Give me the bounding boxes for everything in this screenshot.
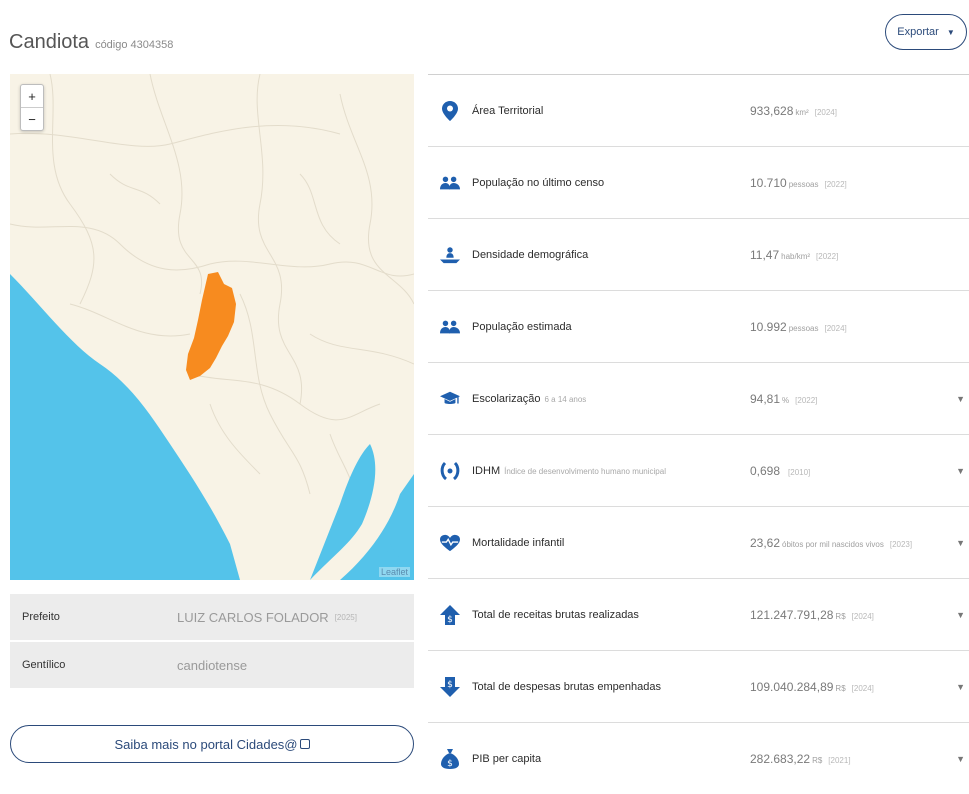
info-label: Prefeito xyxy=(22,611,60,623)
indicator-name: Total de receitas brutas realizadas xyxy=(472,608,639,621)
info-row-gentilico: Gentílico candiotense xyxy=(10,642,414,688)
zoom-in-button[interactable]: + xyxy=(21,85,43,107)
chevron-down-icon[interactable]: ▼ xyxy=(956,394,965,404)
indicator-value: 11,47 hab/km² [2022] xyxy=(750,247,839,262)
indicator-value: 10.710 pessoas [2022] xyxy=(750,175,847,190)
chevron-down-icon: ▼ xyxy=(946,27,955,37)
heartbeat-icon xyxy=(440,533,460,553)
indicator-value: 10.992 pessoas [2024] xyxy=(750,319,847,334)
expense-icon: $ xyxy=(440,676,460,697)
density-icon xyxy=(440,245,460,265)
graduation-cap-icon xyxy=(440,389,460,409)
zoom-control: + − xyxy=(20,84,44,131)
indicator-name: Total de despesas brutas empenhadas xyxy=(472,680,661,693)
info-value: candiotense xyxy=(177,657,248,673)
indicator-row[interactable]: Escolarização 6 a 14 anos 94,81% [2022] ▼ xyxy=(428,362,969,434)
indicator-row: População no último censo 10.710 pessoas[… xyxy=(428,146,969,218)
indicator-name: Área Territorial xyxy=(472,104,544,117)
location-pin-icon xyxy=(440,100,460,121)
info-year: [2025] xyxy=(334,612,357,622)
indicator-name: Densidade demográfica xyxy=(472,248,589,261)
indicator-name: IDHM Índice de desenvolvimento humano mun… xyxy=(472,464,666,477)
svg-text:$: $ xyxy=(447,759,453,769)
indicator-value: 933,628 km² [2024] xyxy=(750,103,837,118)
indicator-row[interactable]: Mortalidade infantil 23,62 óbitos por mil… xyxy=(428,506,969,578)
indicator-row: Área Territorial 933,628 km² [2024] xyxy=(428,74,969,146)
indicator-row[interactable]: $ PIB per capita 282.683,22 R$ [2021] ▼ xyxy=(428,722,969,794)
people-icon xyxy=(440,317,460,337)
info-table: Prefeito LUIZ CARLOS FOLADOR [2025] Gent… xyxy=(10,594,414,688)
indicator-name: População no último censo xyxy=(472,176,605,189)
info-row-prefeito: Prefeito LUIZ CARLOS FOLADOR [2025] xyxy=(10,594,414,640)
indicator-name: PIB per capita xyxy=(472,752,542,765)
indicator-row[interactable]: IDHM Índice de desenvolvimento humano mun… xyxy=(428,434,969,506)
map-attribution[interactable]: Leaflet xyxy=(378,567,410,577)
indicators-list: Área Territorial 933,628 km² [2024] Popula… xyxy=(428,74,969,794)
external-link-icon xyxy=(299,739,310,749)
indicator-name: População estimada xyxy=(472,320,572,333)
portal-cidades-button[interactable]: Saiba mais no portal Cidades@ xyxy=(10,725,414,763)
chevron-down-icon[interactable]: ▼ xyxy=(956,754,965,764)
indicator-value: 282.683,22 R$ [2021] xyxy=(750,751,851,766)
indicator-value: 109.040.284,89 R$ [2024] xyxy=(750,679,874,694)
info-value: LUIZ CARLOS FOLADOR xyxy=(177,609,329,625)
indicator-value: 0,698 [2010] xyxy=(750,463,811,478)
export-button[interactable]: Exportar ▼ xyxy=(885,14,967,50)
laurel-icon xyxy=(440,461,460,481)
indicator-value: 94,81% [2022] xyxy=(750,391,818,406)
chevron-down-icon[interactable]: ▼ xyxy=(956,466,965,476)
map[interactable]: + − Leaflet xyxy=(10,74,414,580)
money-bag-icon: $ xyxy=(440,748,460,769)
revenue-icon: $ xyxy=(440,604,460,625)
svg-text:$: $ xyxy=(447,680,453,690)
indicator-value: 121.247.791,28 R$ [2024] xyxy=(750,607,874,622)
indicator-row: Densidade demográfica 11,47 hab/km² [2022] xyxy=(428,218,969,290)
chevron-down-icon[interactable]: ▼ xyxy=(956,610,965,620)
info-label: Gentílico xyxy=(22,659,66,671)
zoom-out-button[interactable]: − xyxy=(21,107,43,130)
indicator-name: Escolarização 6 a 14 anos xyxy=(472,392,587,405)
page-title: Candiota código 4304358 xyxy=(9,31,174,54)
chevron-down-icon[interactable]: ▼ xyxy=(956,682,965,692)
people-icon xyxy=(440,173,460,193)
indicator-row[interactable]: $ Total de despesas brutas empenhadas 10… xyxy=(428,650,969,722)
chevron-down-icon[interactable]: ▼ xyxy=(956,538,965,548)
indicator-row: População estimada 10.992 pessoas [2024] xyxy=(428,290,969,362)
map-canvas[interactable] xyxy=(10,74,414,580)
municipality-code: código 4304358 xyxy=(95,39,174,52)
indicator-value: 23,62 óbitos por mil nascidos vivos [2023] xyxy=(750,535,913,550)
indicator-row[interactable]: $ Total de receitas brutas realizadas 12… xyxy=(428,578,969,650)
svg-text:$: $ xyxy=(447,615,453,625)
indicator-name: Mortalidade infantil xyxy=(472,536,565,549)
